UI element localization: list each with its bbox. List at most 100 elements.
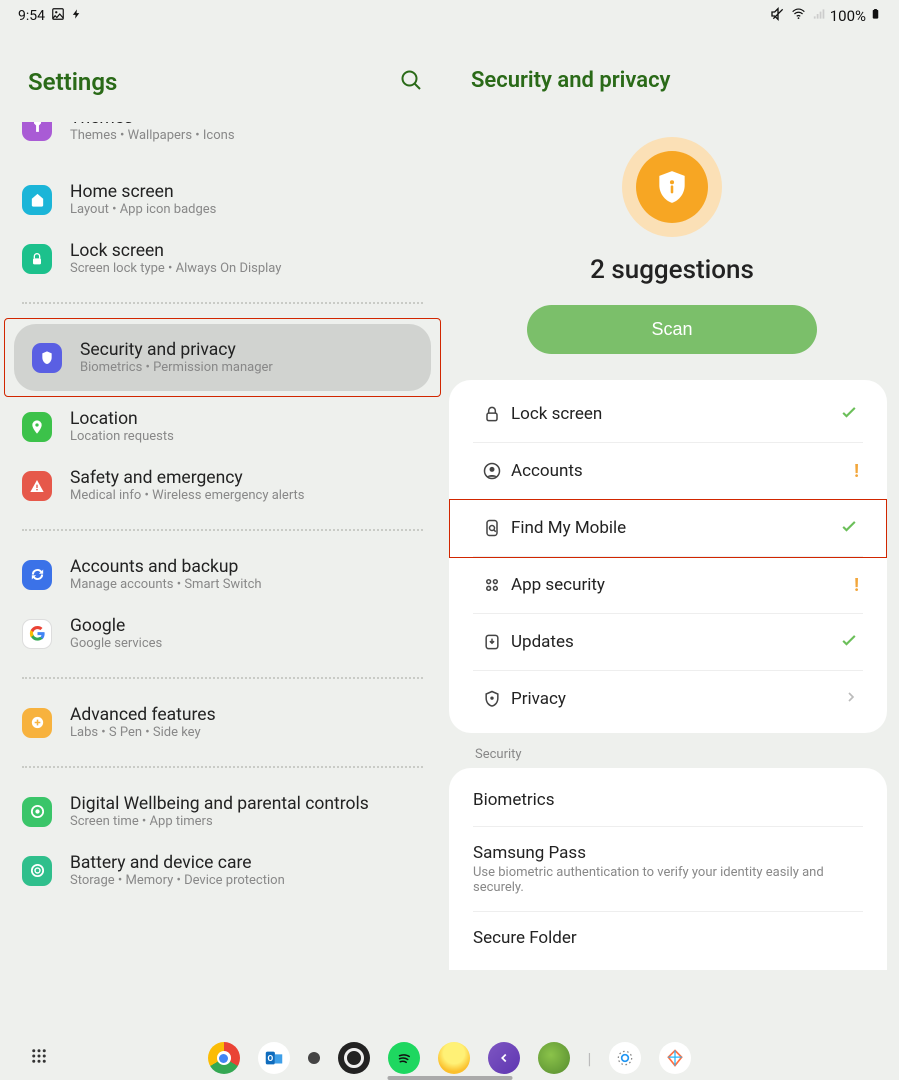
detail-pane: Security and privacy 2 suggestions Scan … [445, 26, 899, 1036]
battery-icon [870, 6, 881, 26]
security-status-icon [622, 137, 722, 237]
item-subtitle: Themes • Wallpapers • Icons [70, 128, 235, 143]
device-care-icon [22, 856, 52, 886]
warning-icon: ! [854, 575, 859, 596]
settings-item-home-screen[interactable]: Home screen Layout • App icon badges [0, 170, 445, 229]
app-dock: O | [0, 1042, 899, 1074]
item-subtitle: Manage accounts • Smart Switch [70, 577, 262, 592]
app-spotify-icon[interactable] [388, 1042, 420, 1074]
app-drawer-icon[interactable] [30, 1047, 48, 1069]
settings-pane: Settings Themes Themes • Wallpapers • Ic… [0, 26, 445, 1036]
row-title: Biometrics [473, 790, 863, 810]
lock-outline-icon [473, 404, 511, 424]
item-title: Security and privacy [80, 340, 273, 360]
wellbeing-icon [22, 797, 52, 827]
item-subtitle: Screen time • App timers [70, 814, 369, 829]
suggestion-block: 2 suggestions Scan [445, 119, 899, 354]
app-green-blob-icon[interactable] [538, 1042, 570, 1074]
clock: 9:54 [18, 8, 45, 24]
settings-item-digital-wellbeing-and-parental-controls[interactable]: Digital Wellbeing and parental controls … [0, 782, 445, 841]
status-row-lock-screen[interactable]: Lock screen [473, 386, 863, 443]
status-row-accounts[interactable]: Accounts ! [473, 443, 863, 500]
app-settings-icon[interactable] [609, 1042, 641, 1074]
item-title: Google [70, 616, 162, 636]
item-title: Accounts and backup [70, 557, 262, 577]
item-title: Advanced features [70, 705, 216, 725]
settings-item-security-and-privacy[interactable]: Security and privacy Biometrics • Permis… [14, 324, 431, 391]
svg-text:O: O [267, 1054, 273, 1064]
find-device-icon [473, 518, 511, 538]
app-purple-icon[interactable] [488, 1042, 520, 1074]
item-subtitle: Location requests [70, 429, 174, 444]
sync-icon [22, 560, 52, 590]
item-subtitle: Biometrics • Permission manager [80, 360, 273, 375]
alert-icon [22, 471, 52, 501]
section-label-security: Security [445, 733, 899, 768]
settings-item-advanced-features[interactable]: Advanced features Labs • S Pen • Side ke… [0, 693, 445, 752]
app-outlook-icon[interactable]: O [258, 1042, 290, 1074]
security-row-secure-folder[interactable]: Secure Folder [473, 912, 863, 964]
chevron-right-icon [843, 689, 859, 710]
app-circle-dark-icon[interactable] [338, 1042, 370, 1074]
signal-icon [811, 7, 826, 25]
status-label: Privacy [511, 689, 566, 709]
gear-plus-icon [22, 708, 52, 738]
item-title: Battery and device care [70, 853, 285, 873]
settings-item-battery-and-device-care[interactable]: Battery and device care Storage • Memory… [0, 841, 445, 900]
item-subtitle: Medical info • Wireless emergency alerts [70, 488, 305, 503]
app-yellow-icon[interactable] [438, 1042, 470, 1074]
security-card: Biometrics Samsung PassUse biometric auth… [449, 768, 887, 970]
settings-item-themes[interactable]: Themes Themes • Wallpapers • Icons [0, 122, 445, 155]
status-card: Lock screen Accounts ! Find My Mobile Ap… [449, 380, 887, 733]
suggestion-count: 2 suggestions [445, 255, 899, 285]
status-row-app-security[interactable]: App security ! [473, 557, 863, 614]
google-icon [22, 619, 52, 649]
row-subtitle: Use biometric authentication to verify y… [473, 865, 863, 895]
divider [22, 677, 423, 679]
shield-icon [32, 343, 62, 373]
status-label: Lock screen [511, 404, 602, 424]
settings-item-safety-and-emergency[interactable]: Safety and emergency Medical info • Wire… [0, 456, 445, 515]
item-title: Digital Wellbeing and parental controls [70, 794, 369, 814]
row-title: Secure Folder [473, 928, 863, 948]
settings-item-lock-screen[interactable]: Lock screen Screen lock type • Always On… [0, 229, 445, 288]
item-subtitle: Layout • App icon badges [70, 202, 216, 217]
divider [22, 302, 423, 304]
check-icon [839, 630, 859, 654]
item-title: Lock screen [70, 241, 281, 261]
search-button[interactable] [399, 68, 423, 96]
divider [22, 529, 423, 531]
status-label: Updates [511, 632, 574, 652]
status-label: App security [511, 575, 605, 595]
charging-icon [71, 6, 82, 26]
security-row-samsung-pass[interactable]: Samsung PassUse biometric authentication… [473, 827, 863, 912]
home-icon [22, 185, 52, 215]
page-title-detail: Security and privacy [445, 26, 899, 119]
app-dot-icon[interactable] [308, 1052, 320, 1064]
check-icon [839, 402, 859, 426]
status-label: Find My Mobile [511, 518, 626, 538]
status-row-find-my-mobile[interactable]: Find My Mobile [473, 500, 863, 557]
row-title: Samsung Pass [473, 843, 863, 863]
image-notification-icon [51, 7, 65, 25]
security-row-biometrics[interactable]: Biometrics [473, 774, 863, 827]
item-subtitle: Screen lock type • Always On Display [70, 261, 281, 276]
divider [22, 766, 423, 768]
check-icon [839, 516, 859, 540]
app-diamond-icon[interactable] [659, 1042, 691, 1074]
item-title: Home screen [70, 182, 216, 202]
settings-item-google[interactable]: Google Google services [0, 604, 445, 663]
item-subtitle: Google services [70, 636, 162, 651]
dock-separator: | [588, 1049, 592, 1068]
gesture-bar[interactable] [387, 1076, 512, 1080]
scan-button[interactable]: Scan [527, 305, 818, 354]
apps-icon [473, 575, 511, 595]
status-row-updates[interactable]: Updates [473, 614, 863, 671]
item-title: Safety and emergency [70, 468, 305, 488]
settings-item-location[interactable]: Location Location requests [0, 397, 445, 456]
app-chrome-icon[interactable] [208, 1042, 240, 1074]
wifi-icon [790, 7, 807, 25]
settings-item-accounts-and-backup[interactable]: Accounts and backup Manage accounts • Sm… [0, 545, 445, 604]
update-shield-icon [473, 632, 511, 652]
status-row-privacy[interactable]: Privacy [473, 671, 863, 727]
